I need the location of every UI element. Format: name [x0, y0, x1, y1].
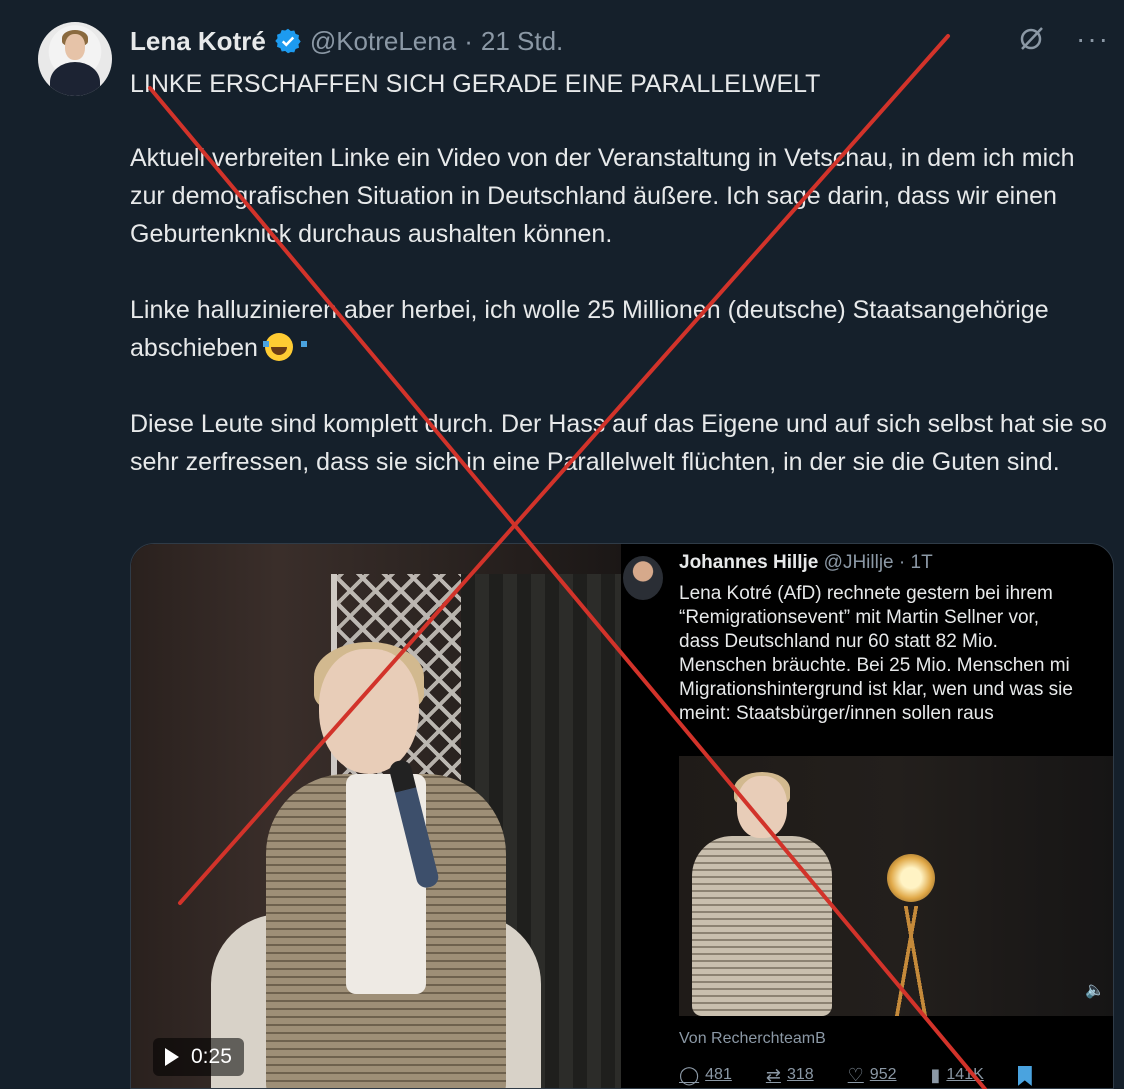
- views-count: 141K: [946, 1066, 984, 1083]
- bookmark-icon: [1017, 1066, 1032, 1086]
- repost-action: ⇄ 318: [766, 1064, 814, 1086]
- embedded-author-avatar: [623, 556, 663, 600]
- more-icon[interactable]: ···: [1076, 24, 1110, 54]
- author-avatar[interactable]: [38, 22, 112, 96]
- meta-separator: ·: [464, 25, 473, 56]
- tweet-paragraph-1: Aktuell verbreiten Linke ein Video von d…: [130, 144, 1075, 248]
- embedded-video-frame: 🔈: [679, 756, 1113, 1016]
- repost-icon: ⇄: [765, 1064, 781, 1085]
- video-player[interactable]: 0:25: [131, 544, 621, 1088]
- views-icon: ▮: [930, 1064, 941, 1085]
- speaker-icon: 🔈: [1085, 982, 1105, 999]
- embedded-tweet-time: 1T: [910, 552, 933, 573]
- laughing-emoji-icon: [262, 333, 307, 361]
- author-name[interactable]: Lena Kotré: [130, 26, 266, 57]
- speaker-head: [319, 649, 419, 774]
- tweet-timestamp[interactable]: 21 Std.: [481, 26, 563, 57]
- views-action: ▮ 141K: [931, 1064, 984, 1086]
- like-action: ♡ 952: [848, 1064, 897, 1086]
- tweet-paragraph-3: Diese Leute sind komplett durch. Der Has…: [130, 410, 1107, 476]
- video-duration-badge[interactable]: 0:25: [153, 1038, 244, 1076]
- repost-count: 318: [786, 1066, 814, 1083]
- like-count: 952: [869, 1066, 897, 1083]
- embedded-tweet-header: Johannes Hillje @JHillje · 1T: [679, 552, 933, 573]
- tweet-headline: LINKE ERSCHAFFEN SICH GERADE EINE PARALL…: [130, 70, 821, 98]
- like-icon: ♡: [847, 1064, 864, 1085]
- reply-icon: ◯: [679, 1064, 700, 1085]
- tweet-media: 0:25 Johannes Hillje @JHillje · 1T Lena …: [130, 543, 1114, 1089]
- tweet-paragraph-2: Linke halluzinieren aber herbei, ich wol…: [130, 291, 1110, 367]
- reply-count: 481: [705, 1066, 732, 1083]
- embedded-speaker: [687, 772, 837, 1016]
- tweet-screenshot: Lena Kotré @KotreLena · 21 Std. ··· LINK…: [0, 0, 1124, 1089]
- embedded-video-source: Von RecherchteamB: [679, 1030, 826, 1047]
- embedded-tweet-screenshot: Johannes Hillje @JHillje · 1T Lena Kotré…: [623, 544, 1113, 1088]
- tweet-top-actions: ···: [1016, 24, 1110, 54]
- author-handle[interactable]: @KotreLena: [310, 26, 456, 57]
- embedded-author-name: Johannes Hillje: [679, 552, 819, 573]
- video-duration: 0:25: [191, 1045, 232, 1068]
- reply-action: ◯ 481: [679, 1064, 732, 1086]
- embedded-tweet-text: Lena Kotré (AfD) rechnete gestern bei ih…: [679, 583, 1073, 724]
- embedded-author-handle: @JHillje: [823, 552, 894, 573]
- verified-badge-icon: [275, 28, 301, 54]
- tweet-header: Lena Kotré @KotreLena · 21 Std.: [130, 26, 563, 56]
- spotlight-lamp: [887, 854, 935, 902]
- grok-icon[interactable]: [1016, 24, 1046, 54]
- lamp-tripod: [889, 906, 933, 1016]
- play-icon[interactable]: [165, 1048, 179, 1066]
- embedded-tweet-actions: ◯ 481 ⇄ 318 ♡ 952 ▮ 141K: [679, 1064, 1113, 1086]
